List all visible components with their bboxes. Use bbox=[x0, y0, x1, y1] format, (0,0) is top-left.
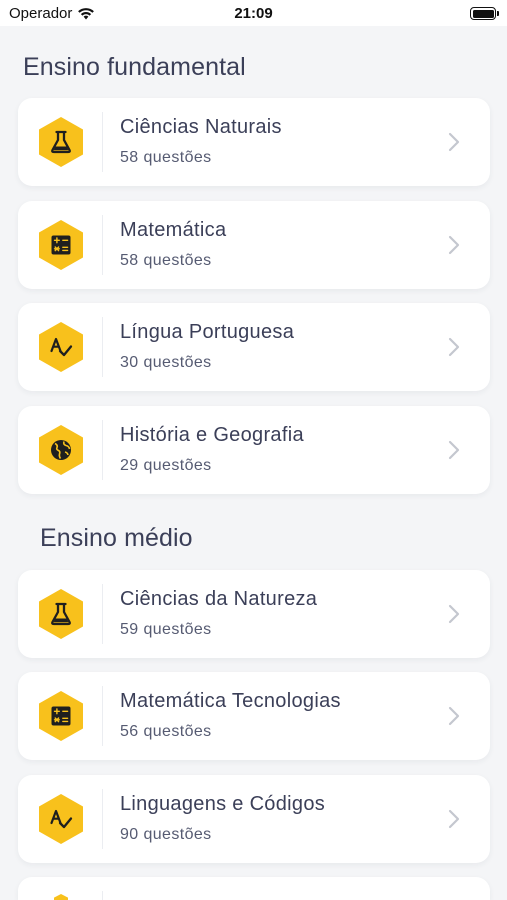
card-divider bbox=[102, 112, 103, 172]
subject-card-partial[interactable] bbox=[18, 877, 490, 900]
card-divider bbox=[102, 789, 103, 849]
status-time: 21:09 bbox=[234, 5, 273, 22]
card-question-count: 29 questões bbox=[120, 457, 212, 474]
spellcheck-icon bbox=[36, 793, 86, 845]
subject-card-ciencias-naturais[interactable]: Ciências Naturais 58 questões bbox=[18, 98, 490, 186]
card-title: Ciências da Natureza bbox=[120, 588, 318, 610]
card-title: História e Geografia bbox=[120, 424, 304, 446]
section-title-fundamental: Ensino fundamental bbox=[23, 53, 246, 81]
flask-icon bbox=[36, 588, 86, 640]
card-divider bbox=[102, 215, 103, 275]
spellcheck-icon bbox=[36, 321, 86, 373]
card-question-count: 58 questões bbox=[120, 252, 212, 269]
chevron-right-icon bbox=[448, 440, 460, 460]
card-divider bbox=[102, 686, 103, 746]
card-question-count: 90 questões bbox=[120, 826, 212, 843]
subject-card-ciencias-natureza[interactable]: Ciências da Natureza 59 questões bbox=[18, 570, 490, 658]
subject-card-matematica-tecnologias[interactable]: Matemática Tecnologias 56 questões bbox=[18, 672, 490, 760]
calculator-icon bbox=[36, 690, 86, 742]
card-question-count: 56 questões bbox=[120, 723, 212, 740]
subject-card-linguagens-codigos[interactable]: Linguagens e Códigos 90 questões bbox=[18, 775, 490, 863]
card-title: Ciências Naturais bbox=[120, 116, 282, 138]
chevron-right-icon bbox=[448, 706, 460, 726]
card-question-count: 59 questões bbox=[120, 621, 212, 638]
card-title: Linguagens e Códigos bbox=[120, 793, 326, 815]
card-title: Língua Portuguesa bbox=[120, 321, 295, 343]
globe-icon bbox=[36, 424, 86, 476]
chevron-right-icon bbox=[448, 235, 460, 255]
flask-icon bbox=[36, 116, 86, 168]
status-bar: Operador 21:09 bbox=[0, 0, 507, 26]
card-title: Matemática bbox=[120, 219, 227, 241]
card-divider bbox=[102, 891, 103, 900]
chevron-right-icon bbox=[448, 809, 460, 829]
subject-card-historia-geografia[interactable]: História e Geografia 29 questões bbox=[18, 406, 490, 494]
card-divider bbox=[102, 584, 103, 644]
chevron-right-icon bbox=[448, 604, 460, 624]
chevron-right-icon bbox=[448, 337, 460, 357]
hexagon-icon bbox=[54, 894, 68, 900]
subject-card-lingua-portuguesa[interactable]: Língua Portuguesa 30 questões bbox=[18, 303, 490, 391]
battery-icon bbox=[470, 7, 499, 20]
card-divider bbox=[102, 420, 103, 480]
subject-card-matematica[interactable]: Matemática 58 questões bbox=[18, 201, 490, 289]
card-question-count: 30 questões bbox=[120, 354, 212, 371]
card-question-count: 58 questões bbox=[120, 149, 212, 166]
chevron-right-icon bbox=[448, 132, 460, 152]
card-title: Matemática Tecnologias bbox=[120, 690, 341, 712]
section-title-medio: Ensino médio bbox=[40, 524, 193, 552]
calculator-icon bbox=[36, 219, 86, 271]
card-divider bbox=[102, 317, 103, 377]
